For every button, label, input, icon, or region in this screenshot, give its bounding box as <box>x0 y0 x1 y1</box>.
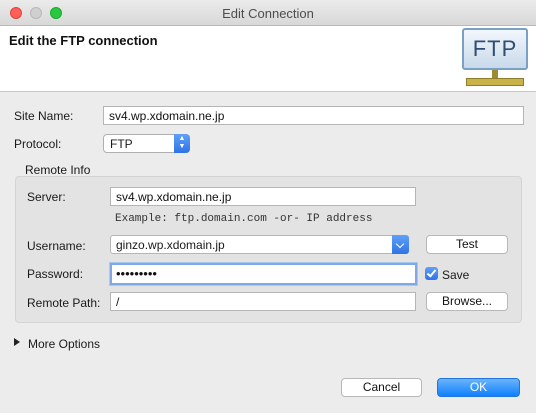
protocol-value: FTP <box>110 137 133 151</box>
test-button[interactable]: Test <box>426 235 508 254</box>
save-password-checkbox[interactable] <box>425 267 438 280</box>
ok-button[interactable]: OK <box>437 378 520 397</box>
dialog-header: Edit the FTP connection FTP <box>0 26 536 92</box>
username-label: Username: <box>27 239 86 253</box>
remote-path-label: Remote Path: <box>27 296 101 310</box>
updown-arrows-icon: ▲ ▼ <box>174 134 190 153</box>
protocol-label: Protocol: <box>14 137 62 151</box>
server-label: Server: <box>27 190 66 204</box>
server-hint: Example: ftp.domain.com -or- IP address <box>115 213 373 225</box>
password-field[interactable]: ••••••••• <box>110 263 417 285</box>
chevron-down-icon[interactable] <box>392 235 409 254</box>
ftp-logo-text: FTP <box>472 36 518 61</box>
server-input[interactable]: sv4.wp.xdomain.ne.jp <box>110 187 416 206</box>
title-bar: Edit Connection <box>0 0 536 26</box>
disclosure-triangle-icon[interactable] <box>14 338 20 346</box>
remote-info-label: Remote Info <box>25 163 91 177</box>
username-combobox[interactable]: ginzo.wp.xdomain.jp <box>110 235 409 254</box>
cancel-button[interactable]: Cancel <box>341 378 422 397</box>
ftp-logo-icon: FTP <box>462 28 530 88</box>
username-value: ginzo.wp.xdomain.jp <box>116 238 225 252</box>
more-options-toggle[interactable]: More Options <box>28 337 100 351</box>
remote-path-input[interactable]: / <box>110 292 416 311</box>
window-title: Edit Connection <box>222 6 314 21</box>
browse-button[interactable]: Browse... <box>426 292 508 311</box>
dialog-heading: Edit the FTP connection <box>9 33 158 48</box>
site-name-input[interactable]: sv4.wp.xdomain.ne.jp <box>103 106 524 125</box>
site-name-label: Site Name: <box>14 109 74 123</box>
save-password-label: Save <box>442 268 470 282</box>
password-label: Password: <box>27 267 84 281</box>
protocol-select[interactable]: FTP ▲ ▼ <box>103 134 190 153</box>
